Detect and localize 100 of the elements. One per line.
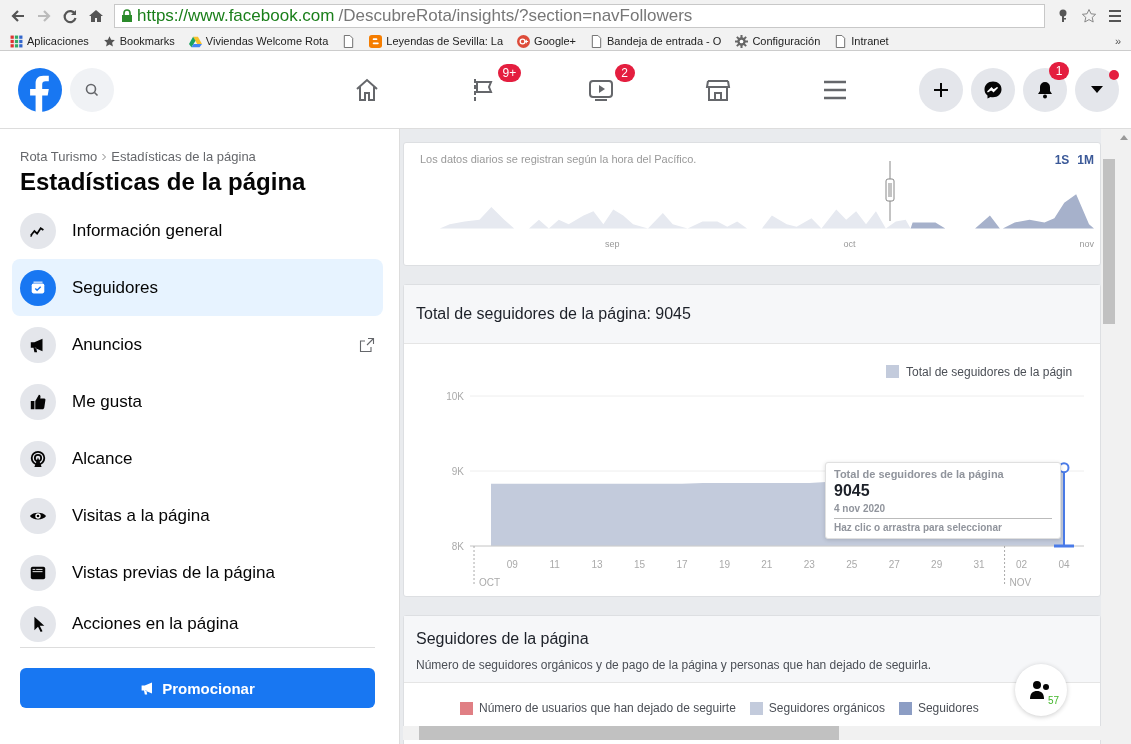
pointer-icon (20, 606, 56, 642)
home-icon[interactable] (88, 8, 104, 24)
account-menu-button[interactable] (1075, 67, 1119, 112)
axis-label: 02 (1016, 559, 1028, 570)
gear-icon[interactable] (735, 34, 749, 48)
menu-icon[interactable] (1107, 8, 1123, 24)
legend-label: Seguidores (917, 701, 979, 715)
chat-bubble-icon (983, 79, 1003, 100)
reach-icon (20, 440, 56, 477)
axis-label: oct (843, 239, 856, 249)
axis-label: 09 (506, 559, 518, 570)
search-icon (84, 81, 100, 98)
sidebar-item[interactable]: Vistas previas de la página (12, 544, 383, 601)
section-description: Número de seguidores orgánicos y de pago de la página y personas que han dejado de seguirla. (416, 658, 933, 672)
notifications-button[interactable] (1023, 67, 1067, 112)
axis-label: 04 (1058, 559, 1070, 570)
star-icon[interactable] (1081, 8, 1097, 24)
scrollbar[interactable] (1101, 129, 1117, 744)
bookmark-link[interactable]: Aplicaciones (27, 35, 89, 47)
triangle-logo-icon[interactable] (188, 34, 202, 48)
notification-badge: 2 (614, 63, 635, 82)
bookmark-link[interactable]: Bookmarks (119, 35, 175, 47)
month-label: OCT (479, 577, 501, 588)
range-button[interactable]: 1M (1077, 153, 1094, 167)
bookmark-link[interactable]: Leyendas de Sevilla: La (386, 35, 504, 47)
sidebar-item[interactable]: Seguidores (12, 259, 383, 316)
section-title: Seguidores de la página (416, 630, 590, 648)
tooltip-value: 9045 (834, 482, 871, 500)
search-button[interactable] (70, 67, 114, 112)
axis-label: 11 (549, 559, 560, 570)
eye-icon (20, 497, 56, 534)
like-icon (20, 383, 56, 420)
tooltip-title: Total de seguidores de la página (834, 468, 1005, 480)
range-button[interactable]: 1S (1054, 153, 1070, 167)
axis-label: 10K (446, 391, 464, 402)
range-handle[interactable] (885, 161, 895, 221)
horizontal-scrollbar[interactable] (403, 726, 1101, 740)
axis-label: 29 (931, 559, 943, 570)
reload-icon[interactable] (62, 8, 78, 24)
tooltip-hint: Haz clic o arrastra para seleccionar (834, 522, 1003, 533)
notification-badge: 1 (1049, 61, 1069, 80)
page-scrollbar[interactable] (1117, 129, 1131, 744)
month-label: NOV (1009, 577, 1032, 588)
section-title: Total de seguidores de la página: 9045 (416, 305, 691, 323)
bookmark-link[interactable]: Intranet (851, 35, 889, 47)
page-icon[interactable] (834, 34, 848, 48)
notification-badge: 9+ (497, 63, 522, 82)
axis-label: 15 (634, 559, 646, 570)
tooltip-date: 4 nov 2020 (834, 503, 1052, 519)
axis-label: 31 (973, 559, 985, 570)
more-bookmarks-button[interactable]: » (1114, 35, 1121, 47)
page-title: Estadísticas de la página (20, 168, 307, 196)
lock-icon (121, 9, 133, 23)
axis-label: sep (605, 239, 620, 249)
sidebar-item[interactable]: Información general (12, 202, 383, 259)
bookmark-link[interactable]: Configuración (752, 35, 821, 47)
page-icon[interactable] (590, 34, 603, 48)
megaphone-icon (20, 326, 56, 363)
followers-icon (20, 269, 56, 306)
sidebar-item[interactable]: Alcance (12, 430, 383, 487)
back-icon[interactable] (10, 8, 26, 24)
chart-legend: Total de seguidores de la págin (886, 365, 1073, 379)
axis-label: 13 (591, 559, 603, 570)
legend-label: Seguidores orgánicos (768, 701, 885, 715)
breadcrumb-item: Estadísticas de la página (111, 149, 256, 164)
breadcrumb-link[interactable]: Rota Turismo (20, 149, 98, 164)
bookmark-link[interactable]: Viviendas Welcome Rota (205, 35, 329, 47)
page-icon[interactable] (342, 34, 356, 48)
chevron-icon (101, 152, 108, 161)
axis-label: nov (1079, 239, 1094, 249)
bookmark-link[interactable]: Bandeja de entrada - O (607, 35, 722, 47)
axis-label: 21 (761, 559, 773, 570)
create-button[interactable] (919, 67, 963, 112)
timezone-note: Los datos diarios se registran según la hora del Pacífico. (420, 153, 697, 167)
caret-icon (1091, 86, 1103, 93)
preview-icon (20, 554, 56, 591)
f-logo-icon[interactable] (18, 67, 62, 112)
hover-marker[interactable] (1054, 462, 1074, 548)
external-link-icon[interactable] (359, 336, 375, 353)
messenger-button[interactable] (971, 67, 1015, 112)
trend-icon (20, 212, 56, 249)
bookmark-link[interactable]: Google+ (534, 35, 576, 47)
blog-logo-icon[interactable] (369, 34, 383, 48)
axis-label: 27 (888, 559, 900, 570)
google-plus-icon[interactable] (517, 34, 531, 48)
apps-grid-icon[interactable] (10, 34, 23, 48)
axis-label: 25 (846, 559, 858, 570)
sidebar-item[interactable]: Anuncios (12, 316, 383, 373)
bell-icon (1035, 79, 1055, 100)
axis-label: 23 (803, 559, 815, 570)
promote-button[interactable]: Promocionar (20, 668, 375, 708)
axis-label: 19 (718, 559, 730, 570)
star-icon[interactable] (102, 34, 116, 48)
sidebar-item[interactable]: Acciones en la página (12, 601, 383, 647)
sidebar-item[interactable]: Visitas a la página (12, 487, 383, 544)
sidebar-item[interactable]: Me gusta (12, 373, 383, 430)
axis-label: 17 (676, 559, 688, 570)
address-field[interactable]: https://www.facebook.com /DescubreRota/insights/?section=navFollowers (114, 4, 1045, 28)
axis-label: 9K (451, 466, 464, 477)
legend-label: Número de usuarios que han dejado de seguirte (479, 701, 736, 715)
